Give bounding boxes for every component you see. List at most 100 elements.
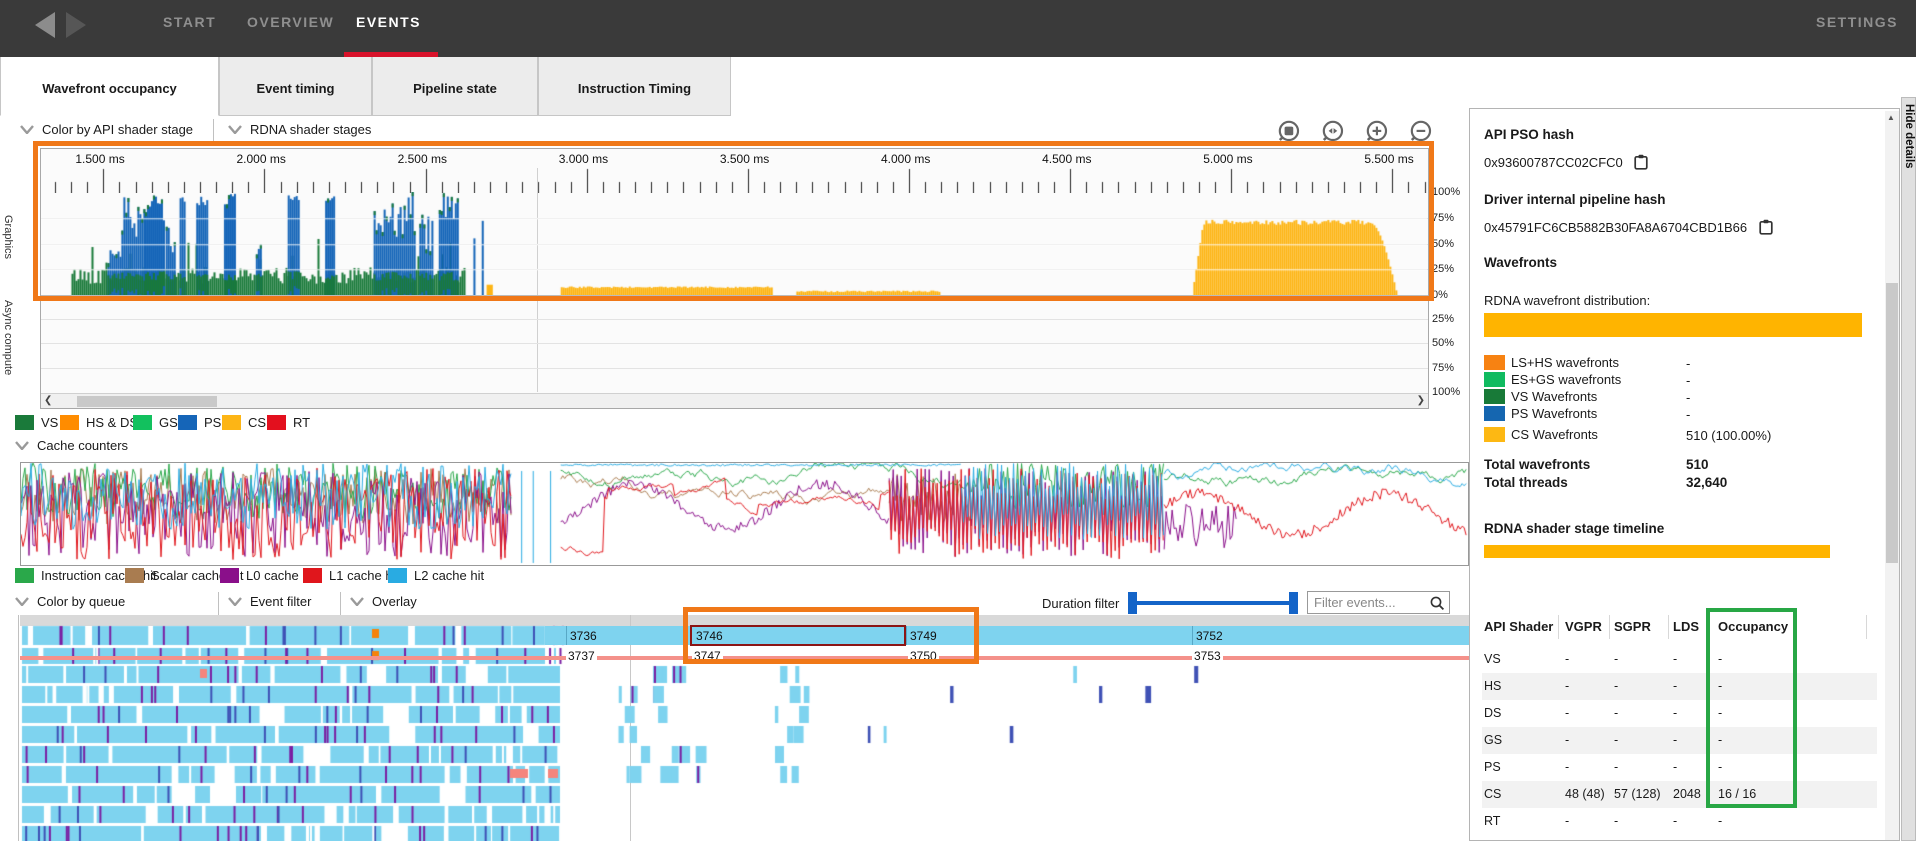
legend-item-l0-cache-hit: L0 cache hit [220,568,316,586]
total-threads-label: Total threads [1484,475,1568,490]
stage-timeline-label: RDNA shader stage timeline [1484,521,1664,536]
table-cell-ds-3: - [1673,706,1677,720]
zoom-in-icon[interactable] [1365,119,1391,145]
legend-label: RT [293,415,310,430]
nav-tab-overview[interactable]: OVERVIEW [247,14,334,30]
api-pso-hash-label: API PSO hash [1484,127,1574,142]
event-id-label[interactable]: 3736 [570,629,597,643]
distribution-label: RDNA wavefront distribution: [1484,293,1650,308]
table-cell-cs-4: 16 / 16 [1718,787,1756,801]
tab-event-timing[interactable]: Event timing [219,57,372,116]
forward-arrow-icon[interactable] [66,12,86,38]
ruler-label: 4.000 ms [881,152,930,166]
wf-legend-label: VS Wavefronts [1511,389,1597,404]
event-segment-tick [566,626,567,645]
event-id-label[interactable]: 3747 [692,649,723,663]
event-bar-row[interactable]: 3736 3746 3749 3752 [545,626,1469,645]
wf-legend-value: - [1686,407,1690,422]
chevron-down-icon [228,125,242,134]
wf-legend-value: 510 (100.00%) [1686,428,1771,443]
nav-tab-events[interactable]: EVENTS [356,14,421,30]
color-by-queue-dropdown[interactable]: Color by queue [15,594,125,609]
legend-label: GS [159,415,178,430]
chevron-down-icon [350,597,364,606]
zoom-out-icon[interactable] [1409,119,1435,145]
table-cell-ps-3: - [1673,760,1677,774]
top-navigation-bar: START OVERVIEW EVENTS SETTINGS [0,0,1916,57]
color-by-api-dropdown[interactable]: Color by API shader stage [20,122,193,137]
chevron-down-icon [20,125,34,134]
copy-icon[interactable] [1759,219,1773,235]
wf-legend-ps-wavefronts: PS Wavefronts [1484,406,1597,424]
duration-slider-handle-right[interactable] [1289,592,1298,614]
event-id-label[interactable]: 3746 [696,629,723,643]
axis-pct-label: 50% [1432,238,1454,250]
table-cell-hs-0: HS [1484,679,1501,693]
cache-counters-header[interactable]: Cache counters [15,438,128,453]
table-cell-gs-0: GS [1484,733,1502,747]
event-gantt-canvas[interactable] [20,615,1469,841]
table-cell-ds-0: DS [1484,706,1501,720]
chevron-down-icon [15,441,29,450]
event-id-label[interactable]: 3737 [566,649,597,663]
graphics-occupancy-series [41,192,1427,295]
duration-slider-handle-left[interactable] [1128,592,1137,614]
table-header-occupancy: Occupancy [1718,619,1788,634]
chart-horizontal-scrollbar[interactable]: ❮ ❯ [41,393,1428,408]
legend-label: PS [204,415,221,430]
table-cell-vs-4: - [1718,652,1722,666]
tab-wavefront-occupancy[interactable]: Wavefront occupancy [0,57,219,116]
panel-scrollbar[interactable]: ▲ [1885,111,1899,840]
wf-swatch [1484,355,1505,370]
nav-tab-start[interactable]: START [163,14,216,30]
back-arrow-icon[interactable] [35,12,55,38]
total-threads-value: 32,640 [1686,475,1727,490]
axis-pct-label: 100% [1432,186,1460,198]
event-id-label[interactable]: 3750 [908,649,939,663]
hide-details-strip[interactable]: Hide details [1901,97,1916,841]
tab-instruction-timing[interactable]: Instruction Timing [538,57,731,116]
table-cell-hs-3: - [1673,679,1677,693]
scroll-left-icon[interactable]: ❮ [44,395,52,406]
cache-swatch [303,568,322,583]
filter-events-input[interactable]: Filter events... [1307,591,1450,614]
table-cell-hs-2: - [1614,679,1618,693]
table-header-sgpr: SGPR [1614,619,1651,634]
total-wavefronts-value: 510 [1686,457,1709,472]
table-header-api-shader: API Shader [1484,619,1553,634]
driver-hash-label: Driver internal pipeline hash [1484,192,1666,207]
cache-counters-series [21,463,1468,565]
wf-legend-vs-wavefronts: VS Wavefronts [1484,389,1597,407]
table-cell-rt-1: - [1565,814,1569,828]
wf-legend-label: PS Wavefronts [1511,406,1597,421]
legend-label: CS [248,415,266,430]
table-cell-gs-4: - [1718,733,1722,747]
scrollbar-thumb[interactable] [77,396,217,407]
table-cell-ds-1: - [1565,706,1569,720]
zoom-reset-icon[interactable] [1321,119,1347,145]
axis-pct-label: 50% [1432,337,1454,349]
rdna-shader-stages-dropdown[interactable]: RDNA shader stages [228,122,371,137]
panel-scrollbar-thumb[interactable] [1886,283,1898,563]
cache-swatch [388,568,407,583]
event-id-label[interactable]: 3752 [1196,629,1223,643]
table-cell-ds-4: - [1718,706,1722,720]
scroll-up-icon[interactable]: ▲ [1887,113,1895,122]
copy-icon[interactable] [1634,154,1648,170]
nav-tab-settings[interactable]: SETTINGS [1816,14,1898,30]
async-compute-row-label: Async compute [2,300,14,375]
duration-slider-track[interactable] [1130,601,1298,605]
event-filter-dropdown[interactable]: Event filter [228,594,311,609]
zoom-to-selection-icon[interactable] [1277,119,1303,145]
tab-pipeline-state[interactable]: Pipeline state [372,57,538,116]
event-id-label[interactable]: 3749 [910,629,937,643]
overlay-dropdown[interactable]: Overlay [350,594,417,609]
legend-item-gs: GS [133,415,178,433]
wf-swatch [1484,406,1505,421]
scroll-right-icon[interactable]: ❯ [1417,395,1425,406]
header-divider [1668,615,1669,639]
wf-swatch [1484,427,1505,442]
event-id-label[interactable]: 3753 [1192,649,1223,663]
table-cell-vs-2: - [1614,652,1618,666]
legend-item-l2-cache-hit: L2 cache hit [388,568,484,586]
